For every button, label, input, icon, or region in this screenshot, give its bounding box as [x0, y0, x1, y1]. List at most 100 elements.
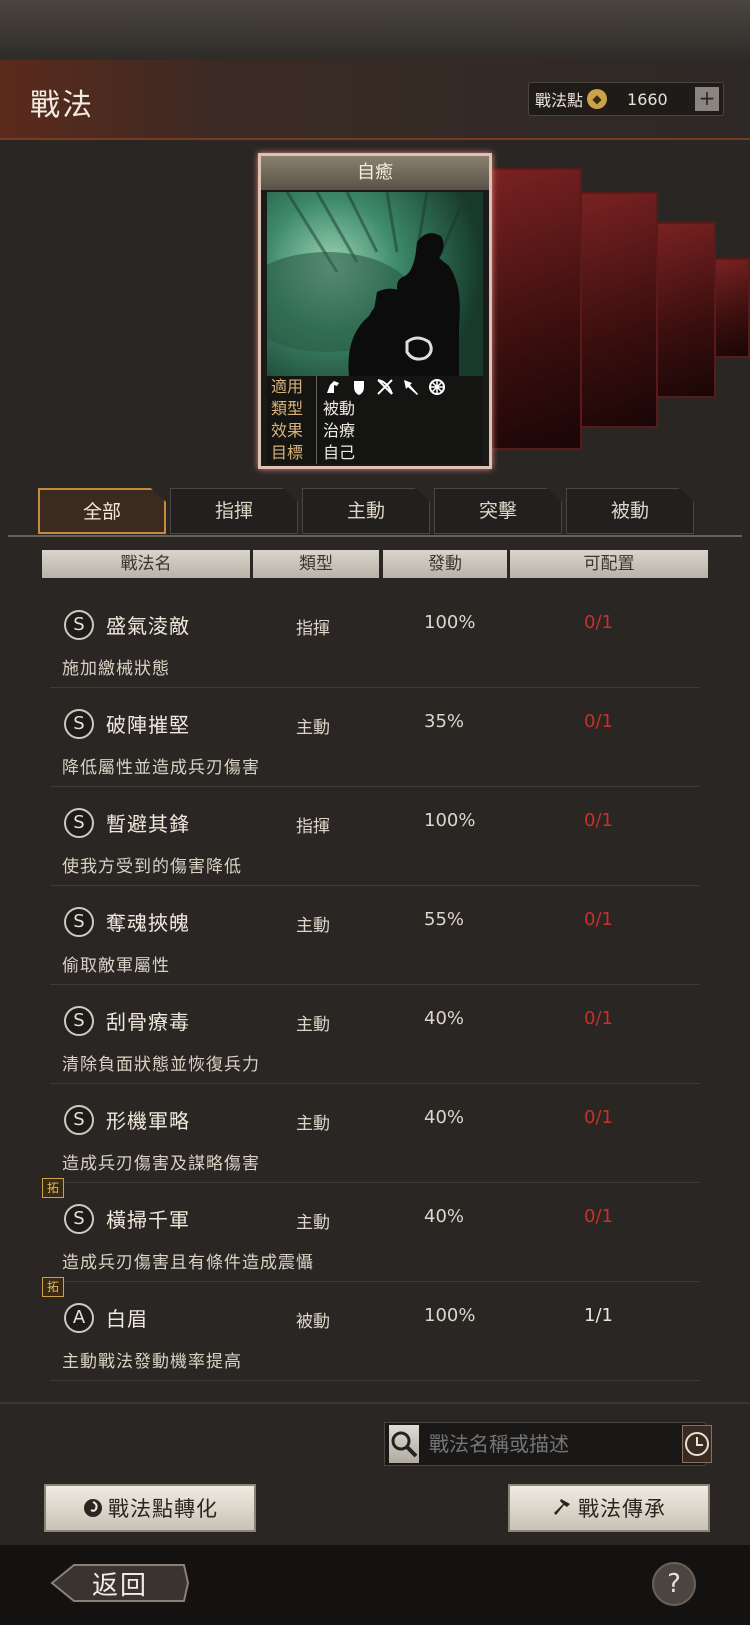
search-button[interactable]	[389, 1425, 419, 1463]
tab-divider	[8, 535, 742, 537]
column-header-slots[interactable]: 可配置	[510, 550, 708, 578]
skill-slots: 1/1	[584, 1305, 613, 1326]
skill-description: 偷取敵軍屬性	[62, 956, 170, 976]
skill-slots: 0/1	[584, 1206, 613, 1227]
card-back-3[interactable]	[652, 222, 716, 398]
shield-icon	[354, 381, 364, 395]
skill-type: 主動	[296, 1114, 330, 1134]
skill-rate: 40%	[424, 1206, 465, 1227]
tab-passive[interactable]: 被動	[566, 488, 694, 534]
skill-name: 奪魂挾魄	[106, 911, 190, 935]
skill-rate: 100%	[424, 1305, 476, 1326]
coin-icon: ◆	[587, 89, 608, 109]
grade-badge: A	[64, 1303, 94, 1333]
target-value: 自己	[323, 443, 356, 462]
skill-slots: 0/1	[584, 909, 613, 930]
skill-name: 暫避其鋒	[106, 812, 190, 836]
swirl-icon	[84, 1499, 102, 1517]
grade-badge: S	[64, 610, 94, 640]
type-label: 類型	[267, 398, 317, 420]
wheel-icon	[429, 379, 445, 395]
page-title: 戰法	[30, 88, 94, 123]
selected-skill-card[interactable]: 自癒 適用 類型 被動 效果 治療 目標 自己	[258, 153, 492, 469]
skill-type: 主動	[296, 718, 330, 738]
skill-slots: 0/1	[584, 1107, 613, 1128]
skill-row[interactable]: S 形機軍略 主動 40% 0/1 造成兵刃傷害及謀略傷害	[50, 1091, 700, 1183]
clock-icon	[685, 1432, 709, 1456]
skill-row[interactable]: S 奪魂挾魄 主動 55% 0/1 偷取敵軍屬性	[50, 893, 700, 985]
skill-name: 白眉	[106, 1307, 148, 1331]
search-icon	[391, 1431, 418, 1458]
card-back-1[interactable]	[490, 168, 582, 450]
skill-description: 施加繳械狀態	[62, 659, 170, 679]
grade-badge: S	[64, 808, 94, 838]
tab-assault[interactable]: 突擊	[434, 488, 562, 534]
skill-name: 橫掃千軍	[106, 1208, 190, 1232]
skill-name: 刮骨療毒	[106, 1010, 190, 1034]
skill-description: 主動戰法發動機率提高	[62, 1352, 242, 1372]
column-header-rate[interactable]: 發動	[383, 550, 507, 578]
tab-active[interactable]: 主動	[302, 488, 430, 534]
skill-rate: 100%	[424, 612, 476, 633]
skill-name: 形機軍略	[106, 1109, 190, 1133]
grade-badge: S	[64, 709, 94, 739]
back-label: 返回	[91, 1570, 148, 1601]
spear-icon	[404, 380, 418, 395]
history-button[interactable]	[682, 1425, 712, 1463]
skill-row[interactable]: S 盛氣淩敵 指揮 100% 0/1 施加繳械狀態	[50, 596, 700, 688]
add-points-button[interactable]: +	[695, 87, 719, 111]
skill-name: 盛氣淩敵	[106, 614, 190, 638]
card-back-4[interactable]	[712, 258, 750, 358]
expand-tag: 拓	[42, 1277, 64, 1297]
back-button[interactable]: 返回	[50, 1560, 190, 1606]
skill-rate: 100%	[424, 810, 476, 831]
tab-command[interactable]: 指揮	[170, 488, 298, 534]
skill-row[interactable]: 拓 A 白眉 被動 100% 1/1 主動戰法發動機率提高	[42, 1277, 700, 1381]
skill-rate: 40%	[424, 1107, 465, 1128]
skill-type: 主動	[296, 1213, 330, 1233]
search-input[interactable]	[419, 1432, 682, 1456]
skill-name: 破陣摧堅	[106, 713, 190, 737]
skill-row[interactable]: S 刮骨療毒 主動 40% 0/1 清除負面狀態並恢復兵力	[50, 992, 700, 1084]
skill-points-label: 戰法點	[535, 91, 584, 110]
convert-points-button[interactable]: 戰法點轉化	[44, 1484, 256, 1532]
expand-tag: 拓	[42, 1178, 64, 1198]
skill-slots: 0/1	[584, 711, 613, 732]
skill-type: 主動	[296, 916, 330, 936]
top-decor-strip	[0, 0, 750, 60]
grade-badge: S	[64, 1006, 94, 1036]
inherit-skill-button[interactable]: 戰法傳承	[508, 1484, 710, 1532]
skill-points-box: 戰法點 ◆ 1660 +	[528, 82, 724, 116]
cavalry-icon	[327, 381, 339, 393]
skill-type: 指揮	[296, 817, 330, 837]
convert-points-label: 戰法點轉化	[108, 1497, 218, 1521]
skill-description: 降低屬性並造成兵刃傷害	[62, 758, 260, 778]
skill-rate: 40%	[424, 1008, 465, 1029]
skill-type: 被動	[296, 1312, 330, 1332]
grade-badge: S	[64, 1105, 94, 1135]
type-value: 被動	[323, 399, 356, 418]
target-label: 目標	[267, 442, 317, 464]
hammer-icon	[554, 1499, 570, 1515]
column-header-type[interactable]: 類型	[253, 550, 379, 578]
skill-points-value: 1660	[627, 89, 668, 109]
skill-rate: 35%	[424, 711, 465, 732]
grade-badge: S	[64, 1204, 94, 1234]
list-bottom-divider	[0, 1402, 750, 1404]
card-back-2[interactable]	[576, 192, 658, 428]
column-header-name[interactable]: 戰法名	[42, 550, 250, 578]
effect-label: 效果	[267, 420, 317, 442]
bow-icon	[377, 379, 393, 395]
skill-row[interactable]: S 破陣摧堅 主動 35% 0/1 降低屬性並造成兵刃傷害	[50, 695, 700, 787]
card-info-panel: 適用 類型 被動 效果 治療 目標 自己	[267, 376, 483, 464]
skill-row[interactable]: S 暫避其鋒 指揮 100% 0/1 使我方受到的傷害降低	[50, 794, 700, 886]
skill-rate: 55%	[424, 909, 465, 930]
help-button[interactable]: ?	[652, 1562, 696, 1606]
tab-all[interactable]: 全部	[38, 488, 166, 534]
effect-value: 治療	[323, 421, 356, 440]
filter-tabs: 全部 指揮 主動 突擊 被動	[38, 488, 698, 534]
applicable-label: 適用	[267, 376, 317, 398]
skill-type: 主動	[296, 1015, 330, 1035]
skill-row[interactable]: 拓 S 橫掃千軍 主動 40% 0/1 造成兵刃傷害且有條件造成震懾	[42, 1178, 700, 1282]
skill-description: 造成兵刃傷害及謀略傷害	[62, 1154, 260, 1174]
